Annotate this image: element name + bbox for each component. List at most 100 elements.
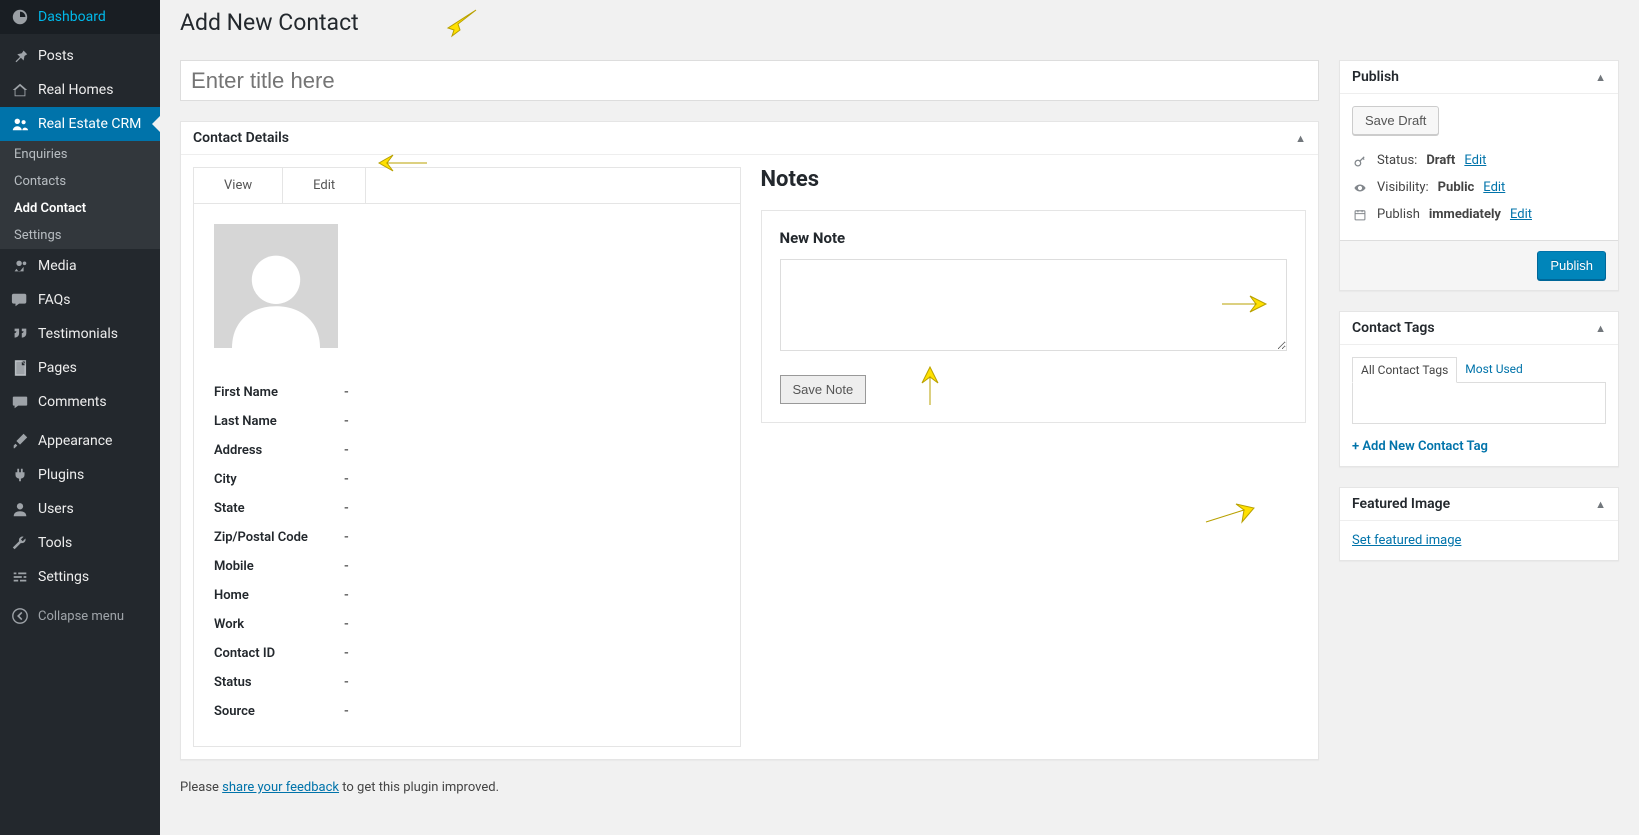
- field-label: Home: [214, 588, 344, 603]
- sidebar-item-users[interactable]: Users: [0, 492, 160, 526]
- status-value: Draft: [1426, 153, 1455, 168]
- edit-visibility-link[interactable]: Edit: [1483, 180, 1505, 195]
- field-label: Address: [214, 443, 344, 458]
- save-draft-button[interactable]: Save Draft: [1352, 106, 1439, 135]
- contact-details-heading: Contact Details: [193, 130, 289, 146]
- subitem-contacts[interactable]: Contacts: [0, 168, 160, 195]
- publish-box: Publish ▲ Save Draft Status: Draft Edit …: [1339, 60, 1619, 291]
- sidebar-item-recrm[interactable]: Real Estate CRM: [0, 107, 160, 141]
- media-icon: [10, 257, 30, 275]
- tag-tab-most-used[interactable]: Most Used: [1457, 357, 1531, 383]
- user-icon: [10, 500, 30, 518]
- sidebar-item-pages[interactable]: Pages: [0, 351, 160, 385]
- post-title-input[interactable]: [180, 60, 1319, 101]
- contact-details-box: Contact Details ▲ View Edit: [180, 121, 1319, 760]
- subitem-add-contact[interactable]: Add Contact: [0, 195, 160, 222]
- dashboard-icon: [10, 8, 30, 26]
- sidebar-item-label: Real Estate CRM: [38, 116, 141, 132]
- sidebar-item-label: Dashboard: [38, 9, 106, 25]
- field-value: -: [344, 472, 349, 487]
- status-label: Status:: [1377, 153, 1417, 168]
- calendar-icon: [1352, 208, 1368, 222]
- sidebar-item-dashboard[interactable]: Dashboard: [0, 0, 160, 34]
- visibility-label: Visibility:: [1377, 180, 1429, 195]
- sidebar-item-label: Tools: [38, 535, 72, 551]
- publish-button[interactable]: Publish: [1537, 251, 1606, 280]
- collapse-icon: [10, 607, 30, 625]
- collapse-menu[interactable]: Collapse menu: [0, 599, 160, 633]
- toggle-panel-icon[interactable]: ▲: [1595, 498, 1606, 511]
- edit-status-link[interactable]: Edit: [1464, 153, 1486, 168]
- tag-list-panel: [1352, 382, 1606, 424]
- field-value: -: [344, 646, 349, 661]
- field-value: -: [344, 414, 349, 429]
- sidebar-item-wpsettings[interactable]: Settings: [0, 560, 160, 594]
- page-icon: [10, 359, 30, 377]
- plug-icon: [10, 466, 30, 484]
- sidebar-item-realhomes[interactable]: Real Homes: [0, 73, 160, 107]
- sidebar-item-faqs[interactable]: FAQs: [0, 283, 160, 317]
- page-title: Add New Contact: [180, 0, 1619, 40]
- toggle-panel-icon[interactable]: ▲: [1295, 132, 1306, 145]
- field-label: Last Name: [214, 414, 344, 429]
- toggle-panel-icon[interactable]: ▲: [1595, 322, 1606, 335]
- users-icon: [10, 115, 30, 133]
- field-label: Source: [214, 704, 344, 719]
- contact-tags-heading: Contact Tags: [1352, 320, 1435, 336]
- field-value: -: [344, 530, 349, 545]
- field-value: -: [344, 617, 349, 632]
- toggle-panel-icon[interactable]: ▲: [1595, 71, 1606, 84]
- sidebar-item-label: Real Homes: [38, 82, 113, 98]
- featured-image-box: Featured Image ▲ Set featured image: [1339, 487, 1619, 561]
- home-icon: [10, 81, 30, 99]
- eye-icon: [1352, 181, 1368, 195]
- field-label: Zip/Postal Code: [214, 530, 344, 545]
- field-label: State: [214, 501, 344, 516]
- sidebar-item-label: Comments: [38, 394, 107, 410]
- sidebar-item-label: Appearance: [38, 433, 112, 449]
- set-featured-image-link[interactable]: Set featured image: [1352, 533, 1461, 548]
- tab-view[interactable]: View: [194, 168, 283, 203]
- field-label: City: [214, 472, 344, 487]
- sidebar-item-label: Settings: [38, 569, 89, 585]
- field-value: -: [344, 588, 349, 603]
- schedule-value: immediately: [1429, 207, 1501, 222]
- edit-schedule-link[interactable]: Edit: [1510, 207, 1532, 222]
- sidebar-item-label: Plugins: [38, 467, 84, 483]
- sidebar-item-plugins[interactable]: Plugins: [0, 458, 160, 492]
- featured-image-heading: Featured Image: [1352, 496, 1450, 512]
- sidebar-submenu-recrm: Enquiries Contacts Add Contact Settings: [0, 141, 160, 249]
- meta-sidebar: Publish ▲ Save Draft Status: Draft Edit …: [1339, 60, 1619, 795]
- field-value: -: [344, 675, 349, 690]
- field-value: -: [344, 501, 349, 516]
- notes-heading: Notes: [761, 167, 1307, 192]
- sidebar-item-testimonials[interactable]: Testimonials: [0, 317, 160, 351]
- add-new-tag-link[interactable]: + Add New Contact Tag: [1352, 439, 1488, 454]
- sidebar-item-tools[interactable]: Tools: [0, 526, 160, 560]
- field-value: -: [344, 443, 349, 458]
- tab-edit[interactable]: Edit: [283, 168, 366, 203]
- visibility-value: Public: [1438, 180, 1475, 195]
- wrench-icon: [10, 534, 30, 552]
- sidebar-item-label: Users: [38, 501, 74, 517]
- sidebar-item-label: FAQs: [38, 292, 71, 308]
- save-note-button[interactable]: Save Note: [780, 375, 867, 404]
- admin-sidebar: Dashboard Posts Real Homes Real Estate C…: [0, 0, 160, 835]
- chat-icon: [10, 291, 30, 309]
- sidebar-item-posts[interactable]: Posts: [0, 39, 160, 73]
- sidebar-item-comments[interactable]: Comments: [0, 385, 160, 419]
- field-value: -: [344, 704, 349, 719]
- sidebar-item-appearance[interactable]: Appearance: [0, 424, 160, 458]
- contact-fields: First Name- Last Name- Address- City- St…: [214, 378, 720, 726]
- field-label: Contact ID: [214, 646, 344, 661]
- subitem-enquiries[interactable]: Enquiries: [0, 141, 160, 168]
- pin-icon: [10, 47, 30, 65]
- sidebar-item-label: Posts: [38, 48, 74, 64]
- tag-tab-all[interactable]: All Contact Tags: [1352, 357, 1457, 383]
- main-content: Add New Contact Contact Details ▲ View: [160, 0, 1639, 835]
- new-note-textarea[interactable]: [780, 259, 1288, 351]
- sidebar-item-media[interactable]: Media: [0, 249, 160, 283]
- contact-tags-box: Contact Tags ▲ All Contact Tags Most Use…: [1339, 311, 1619, 467]
- subitem-settings[interactable]: Settings: [0, 222, 160, 249]
- feedback-link[interactable]: share your feedback: [222, 780, 339, 795]
